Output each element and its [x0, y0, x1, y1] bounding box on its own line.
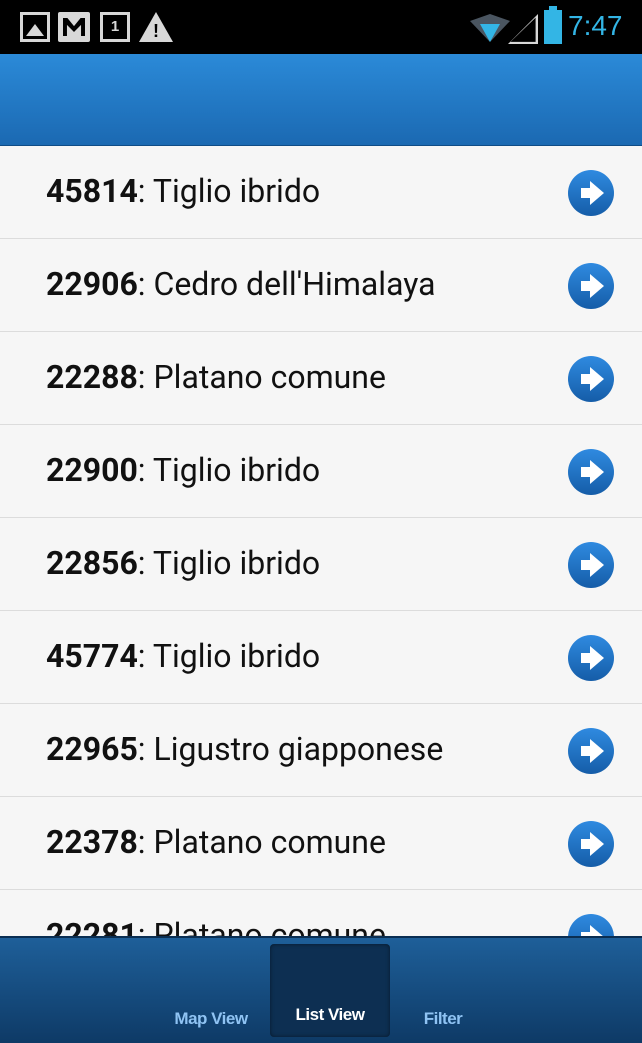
battery-icon	[544, 6, 562, 44]
status-bar: 1 ! 7:47	[0, 0, 642, 54]
arrow-right-icon[interactable]	[568, 728, 614, 774]
arrow-right-icon[interactable]	[568, 914, 614, 936]
list-item-text: 22856: Tiglio ibrido	[46, 544, 320, 582]
app-header	[0, 54, 642, 146]
tree-name: : Tiglio ibrido	[137, 637, 321, 675]
list-item[interactable]: 22856: Tiglio ibrido	[0, 518, 642, 611]
arrow-right-icon[interactable]	[568, 449, 614, 495]
list-item[interactable]: 22965: Ligustro giapponese	[0, 704, 642, 797]
tree-name: : Platano comune	[137, 916, 386, 936]
tree-id: 45774	[46, 637, 138, 675]
tab-filter[interactable]: Filter	[400, 938, 486, 1043]
list-item-text: 22288: Platano comune	[46, 358, 386, 396]
list-item[interactable]: 22288: Platano comune	[0, 332, 642, 425]
list-item[interactable]: 45814: Tiglio ibrido	[0, 146, 642, 239]
list-item-text: 22281: Platano comune	[46, 916, 386, 936]
tree-list: 45814: Tiglio ibrido 22906: Cedro dell'H…	[0, 146, 642, 936]
tree-id: 22900	[46, 451, 138, 489]
tree-id: 22378	[46, 823, 138, 861]
tree-name: : Cedro dell'Himalaya	[137, 265, 436, 303]
tab-list-view[interactable]: List View	[270, 944, 390, 1037]
status-clock: 7:47	[568, 10, 623, 41]
tree-name: : Tiglio ibrido	[137, 544, 321, 582]
tree-id: 22281	[46, 916, 138, 936]
arrow-right-icon[interactable]	[568, 356, 614, 402]
list-item-text: 22378: Platano comune	[46, 823, 386, 861]
tab-map-view-label: Map View	[174, 1009, 248, 1028]
tree-id: 22965	[46, 730, 138, 768]
arrow-right-icon[interactable]	[568, 542, 614, 588]
list-item-text: 45814: Tiglio ibrido	[46, 172, 320, 210]
warning-icon: !	[139, 12, 173, 42]
picture-icon	[20, 12, 50, 42]
list-item-text: 22906: Cedro dell'Himalaya	[46, 265, 436, 303]
warning-glyph: !	[153, 21, 159, 41]
tree-name: : Platano comune	[137, 823, 386, 861]
list-item[interactable]: 22281: Platano comune	[0, 890, 642, 936]
tab-list-view-label: List View	[295, 1005, 365, 1024]
bottom-tab-bar: Map View List View Filter	[0, 936, 642, 1043]
calendar-icon: 1	[100, 12, 130, 42]
tree-name: : Ligustro giapponese	[137, 730, 444, 768]
list-item[interactable]: 22906: Cedro dell'Himalaya	[0, 239, 642, 332]
tree-id: 22288	[46, 358, 138, 396]
arrow-right-icon[interactable]	[568, 170, 614, 216]
tree-name: : Tiglio ibrido	[137, 451, 321, 489]
signal-icon	[508, 14, 538, 44]
tree-id: 22856	[46, 544, 138, 582]
tree-id: 45814	[46, 172, 138, 210]
list-item[interactable]: 22378: Platano comune	[0, 797, 642, 890]
tab-filter-label: Filter	[423, 1009, 463, 1028]
list-item-text: 22965: Ligustro giapponese	[46, 730, 443, 768]
arrow-right-icon[interactable]	[568, 263, 614, 309]
arrow-right-icon[interactable]	[568, 635, 614, 681]
tab-map-view[interactable]: Map View	[158, 938, 264, 1043]
list-item[interactable]: 22900: Tiglio ibrido	[0, 425, 642, 518]
tree-id: 22906	[46, 265, 138, 303]
wifi-icon	[470, 14, 510, 42]
tree-name: : Platano comune	[137, 358, 386, 396]
gmail-icon	[58, 12, 90, 42]
tree-name: : Tiglio ibrido	[137, 172, 321, 210]
list-item[interactable]: 45774: Tiglio ibrido	[0, 611, 642, 704]
list-item-text: 22900: Tiglio ibrido	[46, 451, 320, 489]
list-item-text: 45774: Tiglio ibrido	[46, 637, 320, 675]
arrow-right-icon[interactable]	[568, 821, 614, 867]
